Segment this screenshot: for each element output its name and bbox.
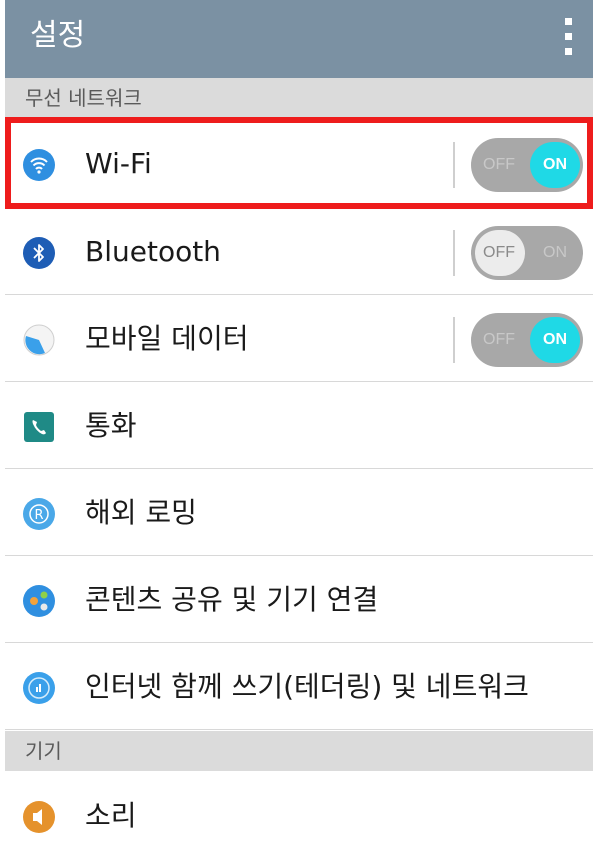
bluetooth-icon: [23, 237, 55, 269]
mobile-data-icon: [23, 324, 55, 356]
settings-item-label: Wi-Fi: [85, 147, 152, 180]
tethering-icon: [23, 672, 55, 704]
toggle-on-label: ON: [543, 156, 567, 173]
settings-item-roaming[interactable]: R 해외 로밍: [5, 470, 593, 556]
wifi-icon: [23, 149, 55, 181]
mobile-data-toggle[interactable]: OFF ON: [471, 313, 583, 367]
divider: [453, 230, 455, 276]
toggle-off-label: OFF: [483, 244, 515, 261]
settings-item-wifi[interactable]: Wi-Fi OFF ON: [5, 121, 593, 207]
wifi-toggle[interactable]: OFF ON: [471, 138, 583, 192]
settings-item-call[interactable]: 통화: [5, 383, 593, 469]
settings-item-label: 해외 로밍: [85, 496, 197, 529]
toggle-on-label: ON: [543, 331, 567, 348]
settings-item-mobile-data[interactable]: 모바일 데이터 OFF ON: [5, 296, 593, 382]
toggle-off-label: OFF: [483, 331, 515, 348]
more-vert-icon[interactable]: [561, 18, 575, 60]
phone-icon: [24, 412, 54, 442]
share-connect-icon: [23, 585, 55, 617]
settings-item-tethering[interactable]: 인터넷 함께 쓰기(테더링) 및 네트워크: [5, 644, 593, 730]
divider: [453, 317, 455, 363]
roaming-icon: R: [23, 498, 55, 530]
toggle-on-label: ON: [543, 244, 567, 261]
settings-item-label: 인터넷 함께 쓰기(테더링) 및 네트워크: [85, 670, 529, 703]
divider: [453, 142, 455, 188]
section-header-wireless: 무선 네트워크: [5, 78, 593, 118]
settings-item-sound[interactable]: 소리: [5, 773, 593, 859]
sound-icon: [23, 801, 55, 833]
settings-item-label: 콘텐츠 공유 및 기기 연결: [85, 583, 379, 616]
section-header-device: 기기: [5, 731, 593, 771]
app-bar: 설정: [5, 0, 593, 78]
settings-item-label: 소리: [85, 799, 137, 832]
settings-item-label: 모바일 데이터: [85, 322, 249, 355]
settings-item-share-connect[interactable]: 콘텐츠 공유 및 기기 연결: [5, 557, 593, 643]
svg-text:R: R: [34, 508, 43, 523]
bluetooth-toggle[interactable]: OFF ON: [471, 226, 583, 280]
page-title: 설정: [30, 18, 86, 53]
toggle-off-label: OFF: [483, 156, 515, 173]
settings-item-label: Bluetooth: [85, 235, 221, 268]
settings-item-label: 통화: [85, 409, 137, 442]
settings-item-bluetooth[interactable]: Bluetooth OFF ON: [5, 209, 593, 295]
